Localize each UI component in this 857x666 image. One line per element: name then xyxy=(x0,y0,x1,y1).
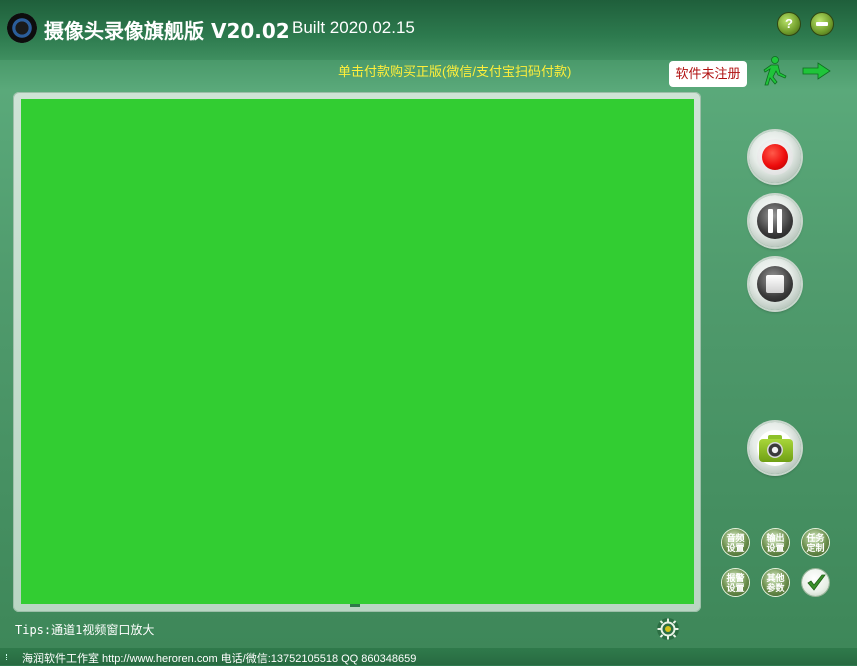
preview-resize-grip[interactable] xyxy=(350,604,360,607)
status-bar-text: 海润软件工作室 http://www.heroren.com 电话/微信:137… xyxy=(22,653,417,665)
other-params-label: 其他参数 xyxy=(766,572,785,593)
pause-button-face xyxy=(757,203,793,239)
gear-icon[interactable] xyxy=(656,617,680,641)
snapshot-button[interactable] xyxy=(749,422,801,474)
record-button-face xyxy=(757,139,793,175)
confirm-button[interactable] xyxy=(802,569,829,596)
tips-text: Tips:通道1视频窗口放大 xyxy=(15,623,155,637)
audio-settings-button[interactable]: 音频设置 xyxy=(722,529,749,556)
help-button[interactable]: ? xyxy=(777,12,801,36)
pause-bar-left xyxy=(768,209,773,233)
output-settings-button[interactable]: 输出设置 xyxy=(762,529,789,556)
camera-lens-logo-icon xyxy=(7,13,37,43)
audio-settings-label: 音频设置 xyxy=(726,532,745,553)
task-schedule-label: 任务定制 xyxy=(806,532,825,553)
snapshot-button-face xyxy=(757,430,793,466)
build-version: Built 2020.02.15 xyxy=(292,18,415,37)
alarm-settings-label: 报警设置 xyxy=(726,572,745,593)
exit-runner-icon[interactable] xyxy=(758,54,836,90)
alarm-settings-button[interactable]: 报警设置 xyxy=(722,569,749,596)
output-settings-label: 输出设置 xyxy=(766,532,785,553)
minimize-button[interactable] xyxy=(810,12,834,36)
task-schedule-button[interactable]: 任务定制 xyxy=(802,529,829,556)
status-grip xyxy=(6,654,13,660)
registration-status-badge[interactable]: 软件未注册 xyxy=(669,61,747,87)
record-button[interactable] xyxy=(749,131,801,183)
pause-bar-right xyxy=(777,209,782,233)
purchase-link[interactable]: 单击付款购买正版(微信/支付宝扫码付款) xyxy=(338,61,571,80)
video-preview-window[interactable] xyxy=(21,99,694,604)
checkmark-icon xyxy=(806,574,826,591)
stop-icon xyxy=(766,275,784,293)
other-params-button[interactable]: 其他参数 xyxy=(762,569,789,596)
pause-button[interactable] xyxy=(749,195,801,247)
camera-lens xyxy=(767,442,783,458)
stop-button[interactable] xyxy=(749,258,801,310)
app-title: 摄像头录像旗舰版 V20.02 xyxy=(44,19,290,43)
record-icon xyxy=(762,144,788,170)
stop-button-face xyxy=(757,266,793,302)
